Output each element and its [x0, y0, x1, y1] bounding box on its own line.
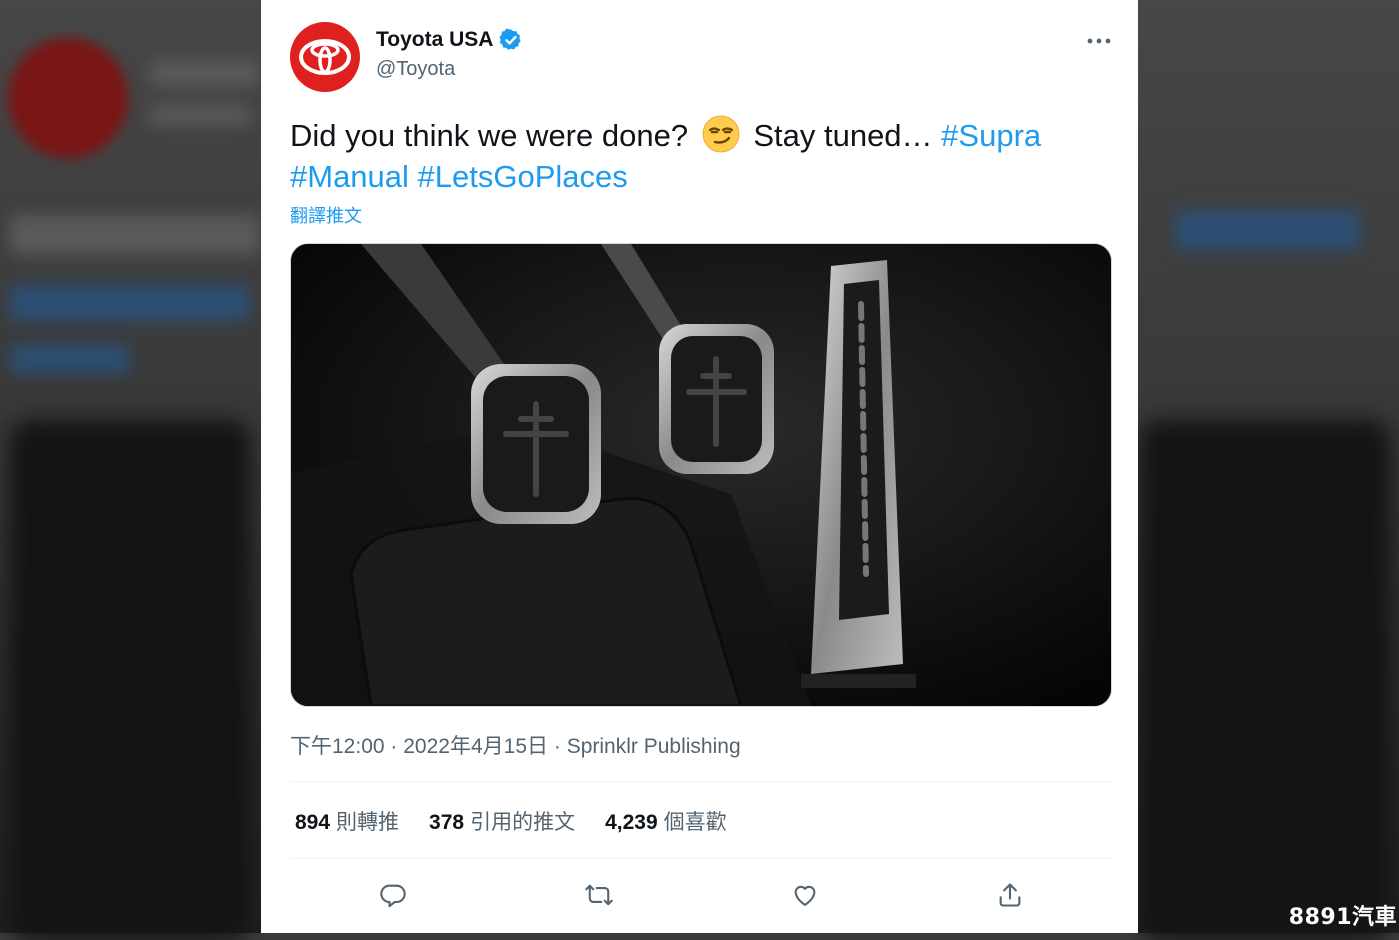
pedals-photo — [291, 244, 1111, 706]
translate-tweet-link[interactable]: 翻譯推文 — [290, 202, 362, 228]
quote-tweets-label: 引用的推文 — [470, 811, 576, 834]
tweet-actions — [290, 868, 1112, 922]
tweet-text-part: Stay tuned… — [753, 118, 933, 153]
retweets-count: 894 — [295, 811, 331, 834]
tweet-photo[interactable] — [290, 243, 1112, 707]
blurred-hashtag — [1175, 210, 1360, 250]
divider — [290, 781, 1112, 782]
hashtag-link[interactable]: #Supra — [941, 118, 1041, 153]
toyota-logo-icon — [299, 39, 351, 75]
tweet-stats: 894 則轉推 378 引用的推文 4,239 個喜歡 — [295, 806, 757, 836]
blurred-avatar — [8, 38, 128, 158]
display-name[interactable]: Toyota USA — [376, 28, 493, 52]
quote-tweets-count: 378 — [429, 811, 465, 834]
handle[interactable]: @Toyota — [376, 58, 455, 81]
verified-badge-icon — [499, 28, 522, 50]
retweets-stat[interactable]: 894 則轉推 — [295, 806, 399, 836]
blurred-text — [10, 215, 260, 255]
like-icon[interactable] — [788, 878, 822, 912]
retweet-icon[interactable] — [582, 878, 616, 912]
retweets-label: 則轉推 — [336, 811, 400, 834]
reply-icon[interactable] — [376, 878, 410, 912]
tweet-source[interactable]: Sprinklr Publishing — [567, 735, 741, 758]
blurred-hashtag — [10, 285, 250, 321]
blurred-photo — [10, 420, 250, 940]
avatar[interactable] — [290, 22, 360, 92]
likes-stat[interactable]: 4,239 個喜歡 — [605, 806, 727, 836]
blurred-text — [150, 105, 250, 125]
tweet-text: Did you think we were done? Stay tuned… … — [290, 114, 1110, 197]
tweet-card: Toyota USA @Toyota Did you think we were… — [261, 0, 1138, 933]
hashtag-link[interactable]: #LetsGoPlaces — [418, 159, 628, 194]
tweet-text-part: Did you think we were done? — [290, 118, 689, 153]
meta-separator: · — [553, 735, 561, 758]
share-icon[interactable] — [993, 878, 1027, 912]
divider — [290, 858, 1112, 859]
blurred-photo — [1140, 420, 1390, 940]
likes-count: 4,239 — [605, 811, 658, 834]
blurred-text — [150, 60, 260, 86]
more-options-icon[interactable] — [1084, 30, 1114, 52]
tweet-date[interactable]: 2022年4月15日 — [403, 735, 548, 758]
likes-label: 個喜歡 — [663, 811, 727, 834]
tweet-time[interactable]: 下午12:00 — [290, 735, 385, 758]
blurred-hashtag — [10, 345, 130, 373]
tweet-meta: 下午12:00 · 2022年4月15日 · Sprinklr Publishi… — [290, 730, 741, 760]
quote-tweets-stat[interactable]: 378 引用的推文 — [429, 806, 575, 836]
smirking-face-icon — [702, 115, 740, 153]
hashtag-link[interactable]: #Manual — [290, 159, 409, 194]
watermark: 8891汽車 — [1288, 905, 1397, 930]
meta-separator: · — [390, 735, 398, 758]
